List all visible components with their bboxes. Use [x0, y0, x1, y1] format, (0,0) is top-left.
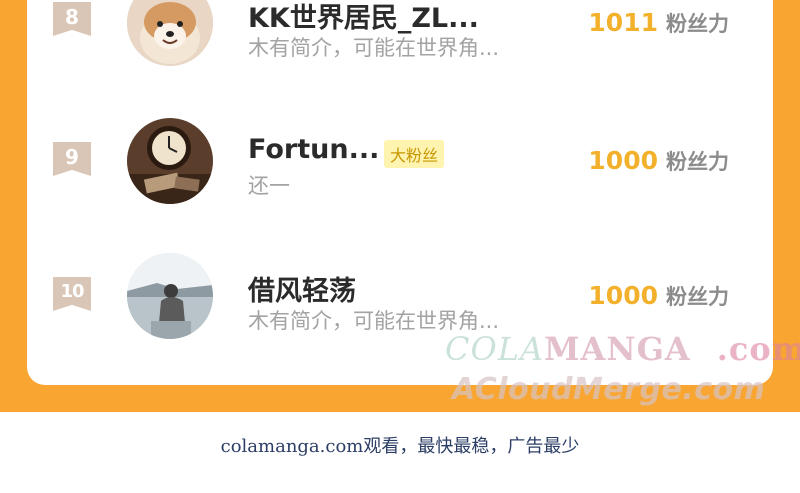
ranking-row[interactable]: 9 Fortun... 大粉丝 还一 1000 粉丝力 [27, 118, 773, 228]
rank-badge: 9 [53, 142, 91, 176]
watermark-part: MANGA [544, 330, 691, 368]
user-bio: 还一 [248, 174, 290, 198]
fans-ranking-card: 8 KK世界居民_ZL... 木有简介，可能在世界角... 1011 粉丝力 9 [27, 0, 773, 385]
fans-count: 1011 [588, 8, 658, 37]
fans-unit: 粉丝力 [666, 150, 729, 174]
avatar[interactable] [127, 0, 213, 66]
rank-badge: 8 [53, 2, 91, 36]
watermark-part: .com [716, 330, 800, 368]
rank-badge: 10 [53, 277, 91, 311]
user-name[interactable]: KK世界居民_ZL... [248, 0, 479, 35]
fans-power: 1011 粉丝力 [588, 8, 729, 38]
user-bio: 木有简介，可能在世界角... [248, 36, 500, 60]
ranking-row[interactable]: 8 KK世界居民_ZL... 木有简介，可能在世界角... 1011 粉丝力 [27, 0, 773, 90]
user-name[interactable]: Fortun... [248, 134, 379, 165]
fans-unit: 粉丝力 [666, 285, 729, 309]
watermark-part: COLA [445, 330, 545, 368]
dog-avatar-icon [127, 0, 213, 66]
fans-power: 1000 粉丝力 [588, 281, 729, 311]
fans-count: 1000 [588, 281, 658, 310]
user-name[interactable]: 借风轻荡 [248, 269, 356, 308]
avatar[interactable] [127, 253, 213, 339]
acloudmerge-watermark: ACloudMerge.com [452, 372, 766, 407]
colamanga-watermark: COLAMANGA .com [445, 330, 800, 368]
seaside-avatar-icon [127, 253, 213, 339]
clock-avatar-icon [127, 118, 213, 204]
fans-count: 1000 [588, 146, 658, 175]
footer-text: colamanga.com观看，最快最稳，广告最少 [220, 436, 580, 457]
fans-power: 1000 粉丝力 [588, 146, 729, 176]
avatar[interactable] [127, 118, 213, 204]
big-fan-badge: 大粉丝 [384, 140, 445, 168]
fans-unit: 粉丝力 [666, 12, 729, 36]
